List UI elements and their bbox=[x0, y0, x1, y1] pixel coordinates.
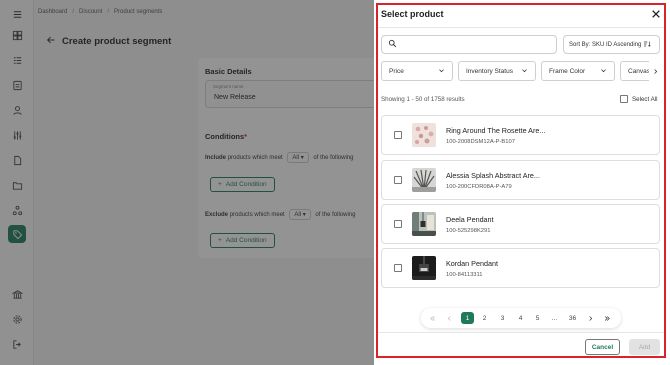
product-checkbox[interactable] bbox=[394, 264, 402, 272]
filter-frame-color-label: Frame Color bbox=[549, 67, 586, 75]
filter-frame-color[interactable]: Frame Color bbox=[541, 61, 615, 81]
first-page-icon[interactable] bbox=[426, 312, 439, 324]
close-icon[interactable] bbox=[650, 8, 661, 19]
product-name: Alessia Splash Abstract Are... bbox=[446, 171, 540, 180]
previous-page-icon[interactable] bbox=[443, 312, 456, 324]
product-checkbox[interactable] bbox=[394, 220, 402, 228]
search-icon bbox=[388, 39, 397, 50]
filter-inventory-status-label: Inventory Status bbox=[466, 67, 513, 75]
drawer-title: Select product bbox=[381, 9, 444, 19]
filter-canvas-label: Canvas bbox=[628, 67, 651, 75]
product-row[interactable]: Ring Around The Rosette Are... 100-2008D… bbox=[381, 115, 660, 155]
drawer-header-divider bbox=[378, 27, 664, 28]
product-thumbnail bbox=[412, 212, 436, 236]
product-row[interactable]: Deela Pendant 100-525298K291 bbox=[381, 204, 660, 244]
filter-inventory-status[interactable]: Inventory Status bbox=[458, 61, 536, 81]
product-thumbnail bbox=[412, 168, 436, 192]
product-name: Deela Pendant bbox=[446, 215, 494, 224]
select-all-label: Select All bbox=[632, 95, 658, 103]
chevron-down-icon bbox=[438, 67, 445, 76]
page-ellipsis: ... bbox=[551, 314, 558, 322]
page-5[interactable]: 5 bbox=[531, 312, 544, 324]
add-button[interactable]: Add bbox=[629, 339, 660, 355]
page-2[interactable]: 2 bbox=[478, 312, 491, 324]
product-checkbox[interactable] bbox=[394, 176, 402, 184]
product-name: Kordan Pendant bbox=[446, 259, 498, 268]
product-sku: 100-525298K291 bbox=[446, 228, 491, 234]
product-row[interactable]: Kordan Pendant 100-84113311 bbox=[381, 248, 660, 288]
pagination: 1 2 3 4 5 ... 36 bbox=[421, 308, 621, 328]
product-checkbox[interactable] bbox=[394, 131, 402, 139]
filter-scroll-right-icon[interactable] bbox=[649, 61, 661, 81]
next-page-icon[interactable] bbox=[584, 312, 597, 324]
last-page-icon[interactable] bbox=[601, 312, 614, 324]
drawer-footer-divider bbox=[378, 332, 664, 333]
chevron-down-icon bbox=[521, 67, 528, 76]
product-search-box[interactable] bbox=[381, 35, 557, 54]
results-count: Showing 1 - 50 of 1758 results bbox=[381, 96, 465, 103]
product-thumbnail bbox=[412, 123, 436, 147]
product-sku: 100-200CFDR08A-P-A79 bbox=[446, 184, 512, 190]
sort-order-icon bbox=[643, 40, 651, 50]
cancel-button[interactable]: Cancel bbox=[585, 339, 620, 355]
product-row[interactable]: Alessia Splash Abstract Are... 100-200CF… bbox=[381, 160, 660, 200]
filter-price[interactable]: Price bbox=[381, 61, 453, 81]
product-sku: 100-84113311 bbox=[446, 272, 483, 278]
sort-label: Sort By: SKU ID Ascending bbox=[569, 41, 642, 48]
product-sku: 100-2008DSM12A-P-B107 bbox=[446, 139, 515, 145]
sort-dropdown[interactable]: Sort By: SKU ID Ascending bbox=[563, 35, 660, 54]
filter-price-label: Price bbox=[389, 67, 404, 75]
select-all-checkbox[interactable] bbox=[620, 95, 628, 103]
page-3[interactable]: 3 bbox=[496, 312, 509, 324]
product-thumbnail bbox=[412, 256, 436, 280]
search-input[interactable] bbox=[401, 41, 551, 48]
chevron-down-icon bbox=[600, 67, 607, 76]
page-1[interactable]: 1 bbox=[461, 312, 474, 324]
product-name: Ring Around The Rosette Are... bbox=[446, 126, 546, 135]
page-36[interactable]: 36 bbox=[566, 312, 579, 324]
page-4[interactable]: 4 bbox=[514, 312, 527, 324]
select-all[interactable]: Select All bbox=[620, 95, 657, 103]
filter-bar: Price Inventory Status Frame Color Canva… bbox=[381, 61, 661, 81]
